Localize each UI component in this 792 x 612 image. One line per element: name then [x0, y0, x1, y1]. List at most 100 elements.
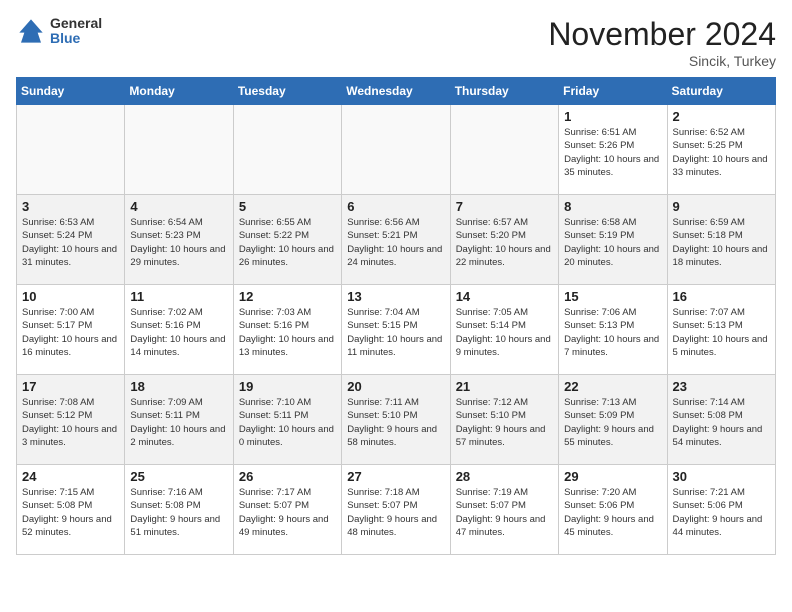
calendar-cell — [342, 105, 450, 195]
calendar-cell: 15 Sunrise: 7:06 AM Sunset: 5:13 PM Dayli… — [559, 285, 667, 375]
calendar-cell: 6 Sunrise: 6:56 AM Sunset: 5:21 PM Daylig… — [342, 195, 450, 285]
day-number: 2 — [673, 109, 770, 124]
calendar-row: 3 Sunrise: 6:53 AM Sunset: 5:24 PM Daylig… — [17, 195, 776, 285]
calendar-cell: 14 Sunrise: 7:05 AM Sunset: 5:14 PM Dayli… — [450, 285, 558, 375]
day-number: 5 — [239, 199, 336, 214]
day-info: Sunrise: 6:56 AM Sunset: 5:21 PM Dayligh… — [347, 216, 444, 269]
day-info: Sunrise: 7:07 AM Sunset: 5:13 PM Dayligh… — [673, 306, 770, 359]
day-number: 15 — [564, 289, 661, 304]
calendar-header: SundayMondayTuesdayWednesdayThursdayFrid… — [17, 78, 776, 105]
calendar-cell: 23 Sunrise: 7:14 AM Sunset: 5:08 PM Dayli… — [667, 375, 775, 465]
day-number: 17 — [22, 379, 119, 394]
day-number: 1 — [564, 109, 661, 124]
day-number: 7 — [456, 199, 553, 214]
day-number: 9 — [673, 199, 770, 214]
calendar-cell: 22 Sunrise: 7:13 AM Sunset: 5:09 PM Dayli… — [559, 375, 667, 465]
logo-blue: Blue — [50, 31, 102, 46]
calendar-cell: 21Sunrise: 7:12 AM Sunset: 5:10 PM Dayli… — [450, 375, 558, 465]
calendar-table: SundayMondayTuesdayWednesdayThursdayFrid… — [16, 77, 776, 555]
day-number: 11 — [130, 289, 227, 304]
day-number: 28 — [456, 469, 553, 484]
day-info: Sunrise: 7:08 AM Sunset: 5:12 PM Dayligh… — [22, 396, 119, 449]
day-info: Sunrise: 7:11 AM Sunset: 5:10 PM Dayligh… — [347, 396, 444, 449]
header-day: Sunday — [17, 78, 125, 105]
calendar-cell: 1Sunrise: 6:51 AM Sunset: 5:26 PM Daylig… — [559, 105, 667, 195]
calendar-cell: 24Sunrise: 7:15 AM Sunset: 5:08 PM Dayli… — [17, 465, 125, 555]
calendar-cell: 3 Sunrise: 6:53 AM Sunset: 5:24 PM Daylig… — [17, 195, 125, 285]
day-info: Sunrise: 7:05 AM Sunset: 5:14 PM Dayligh… — [456, 306, 553, 359]
day-info: Sunrise: 6:52 AM Sunset: 5:25 PM Dayligh… — [673, 126, 770, 179]
calendar-row: 1Sunrise: 6:51 AM Sunset: 5:26 PM Daylig… — [17, 105, 776, 195]
day-number: 10 — [22, 289, 119, 304]
header-day: Tuesday — [233, 78, 341, 105]
day-info: Sunrise: 7:09 AM Sunset: 5:11 PM Dayligh… — [130, 396, 227, 449]
day-number: 3 — [22, 199, 119, 214]
logo-text: General Blue — [50, 16, 102, 47]
day-info: Sunrise: 7:02 AM Sunset: 5:16 PM Dayligh… — [130, 306, 227, 359]
day-number: 26 — [239, 469, 336, 484]
day-number: 23 — [673, 379, 770, 394]
calendar-cell: 16 Sunrise: 7:07 AM Sunset: 5:13 PM Dayli… — [667, 285, 775, 375]
day-info: Sunrise: 6:53 AM Sunset: 5:24 PM Dayligh… — [22, 216, 119, 269]
calendar-cell — [125, 105, 233, 195]
day-info: Sunrise: 6:58 AM Sunset: 5:19 PM Dayligh… — [564, 216, 661, 269]
day-number: 25 — [130, 469, 227, 484]
calendar-cell: 20 Sunrise: 7:11 AM Sunset: 5:10 PM Dayli… — [342, 375, 450, 465]
logo-icon — [16, 16, 46, 46]
day-number: 16 — [673, 289, 770, 304]
day-info: Sunrise: 6:59 AM Sunset: 5:18 PM Dayligh… — [673, 216, 770, 269]
day-number: 29 — [564, 469, 661, 484]
day-info: Sunrise: 7:04 AM Sunset: 5:15 PM Dayligh… — [347, 306, 444, 359]
day-number: 20 — [347, 379, 444, 394]
month-title: November 2024 — [548, 16, 776, 53]
calendar-cell: 10 Sunrise: 7:00 AM Sunset: 5:17 PM Dayli… — [17, 285, 125, 375]
day-info: Sunrise: 7:03 AM Sunset: 5:16 PM Dayligh… — [239, 306, 336, 359]
calendar-cell — [450, 105, 558, 195]
calendar-cell — [233, 105, 341, 195]
calendar-cell — [17, 105, 125, 195]
logo: General Blue — [16, 16, 102, 47]
calendar-cell: 19Sunrise: 7:10 AM Sunset: 5:11 PM Dayli… — [233, 375, 341, 465]
day-number: 27 — [347, 469, 444, 484]
day-info: Sunrise: 7:00 AM Sunset: 5:17 PM Dayligh… — [22, 306, 119, 359]
calendar-cell: 28 Sunrise: 7:19 AM Sunset: 5:07 PM Dayli… — [450, 465, 558, 555]
calendar-cell: 27 Sunrise: 7:18 AM Sunset: 5:07 PM Dayli… — [342, 465, 450, 555]
calendar-cell: 12 Sunrise: 7:03 AM Sunset: 5:16 PM Dayli… — [233, 285, 341, 375]
header-row: SundayMondayTuesdayWednesdayThursdayFrid… — [17, 78, 776, 105]
day-info: Sunrise: 7:19 AM Sunset: 5:07 PM Dayligh… — [456, 486, 553, 539]
calendar-row: 24Sunrise: 7:15 AM Sunset: 5:08 PM Dayli… — [17, 465, 776, 555]
header-day: Wednesday — [342, 78, 450, 105]
day-number: 4 — [130, 199, 227, 214]
calendar-cell: 17 Sunrise: 7:08 AM Sunset: 5:12 PM Dayli… — [17, 375, 125, 465]
calendar-cell: 2 Sunrise: 6:52 AM Sunset: 5:25 PM Daylig… — [667, 105, 775, 195]
calendar-cell: 25Sunrise: 7:16 AM Sunset: 5:08 PM Dayli… — [125, 465, 233, 555]
day-number: 22 — [564, 379, 661, 394]
day-info: Sunrise: 7:20 AM Sunset: 5:06 PM Dayligh… — [564, 486, 661, 539]
day-number: 8 — [564, 199, 661, 214]
day-info: Sunrise: 7:17 AM Sunset: 5:07 PM Dayligh… — [239, 486, 336, 539]
calendar-cell: 4Sunrise: 6:54 AM Sunset: 5:23 PM Daylig… — [125, 195, 233, 285]
day-number: 6 — [347, 199, 444, 214]
day-info: Sunrise: 7:18 AM Sunset: 5:07 PM Dayligh… — [347, 486, 444, 539]
header-day: Thursday — [450, 78, 558, 105]
day-info: Sunrise: 6:55 AM Sunset: 5:22 PM Dayligh… — [239, 216, 336, 269]
page-header: General Blue November 2024 Sincik, Turke… — [16, 16, 776, 69]
logo-general: General — [50, 16, 102, 31]
day-number: 14 — [456, 289, 553, 304]
header-day: Saturday — [667, 78, 775, 105]
day-number: 12 — [239, 289, 336, 304]
location-subtitle: Sincik, Turkey — [548, 53, 776, 69]
day-info: Sunrise: 7:14 AM Sunset: 5:08 PM Dayligh… — [673, 396, 770, 449]
calendar-cell: 5 Sunrise: 6:55 AM Sunset: 5:22 PM Daylig… — [233, 195, 341, 285]
calendar-cell: 13Sunrise: 7:04 AM Sunset: 5:15 PM Dayli… — [342, 285, 450, 375]
calendar-cell: 26 Sunrise: 7:17 AM Sunset: 5:07 PM Dayli… — [233, 465, 341, 555]
calendar-row: 17 Sunrise: 7:08 AM Sunset: 5:12 PM Dayli… — [17, 375, 776, 465]
day-info: Sunrise: 7:06 AM Sunset: 5:13 PM Dayligh… — [564, 306, 661, 359]
day-info: Sunrise: 7:13 AM Sunset: 5:09 PM Dayligh… — [564, 396, 661, 449]
title-block: November 2024 Sincik, Turkey — [548, 16, 776, 69]
calendar-cell: 7Sunrise: 6:57 AM Sunset: 5:20 PM Daylig… — [450, 195, 558, 285]
day-info: Sunrise: 7:12 AM Sunset: 5:10 PM Dayligh… — [456, 396, 553, 449]
day-number: 30 — [673, 469, 770, 484]
day-info: Sunrise: 7:10 AM Sunset: 5:11 PM Dayligh… — [239, 396, 336, 449]
day-number: 18 — [130, 379, 227, 394]
